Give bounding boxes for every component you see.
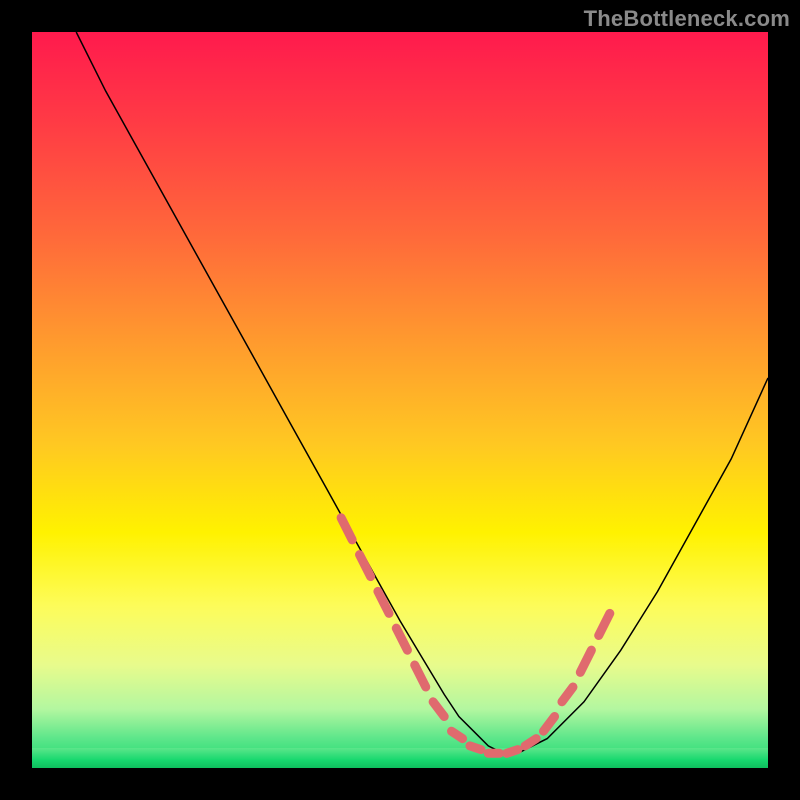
dash-segment xyxy=(470,746,481,750)
dash-segment xyxy=(452,731,463,738)
dash-segment xyxy=(507,750,518,754)
watermark-text: TheBottleneck.com xyxy=(584,6,790,32)
dash-segment xyxy=(562,687,573,702)
bottleneck-curve-line xyxy=(76,32,768,753)
dash-segment xyxy=(360,555,371,577)
near-optimum-dashes xyxy=(341,518,610,754)
dash-segment xyxy=(525,739,536,746)
dash-segment xyxy=(341,518,352,540)
chart-frame: TheBottleneck.com xyxy=(0,0,800,800)
dash-segment xyxy=(433,702,444,717)
dash-segment xyxy=(599,613,610,635)
dash-segment xyxy=(378,591,389,613)
dash-segment xyxy=(544,717,555,732)
dash-segment xyxy=(415,665,426,687)
plot-area xyxy=(32,32,768,768)
curve-svg xyxy=(32,32,768,768)
dash-segment xyxy=(580,650,591,672)
